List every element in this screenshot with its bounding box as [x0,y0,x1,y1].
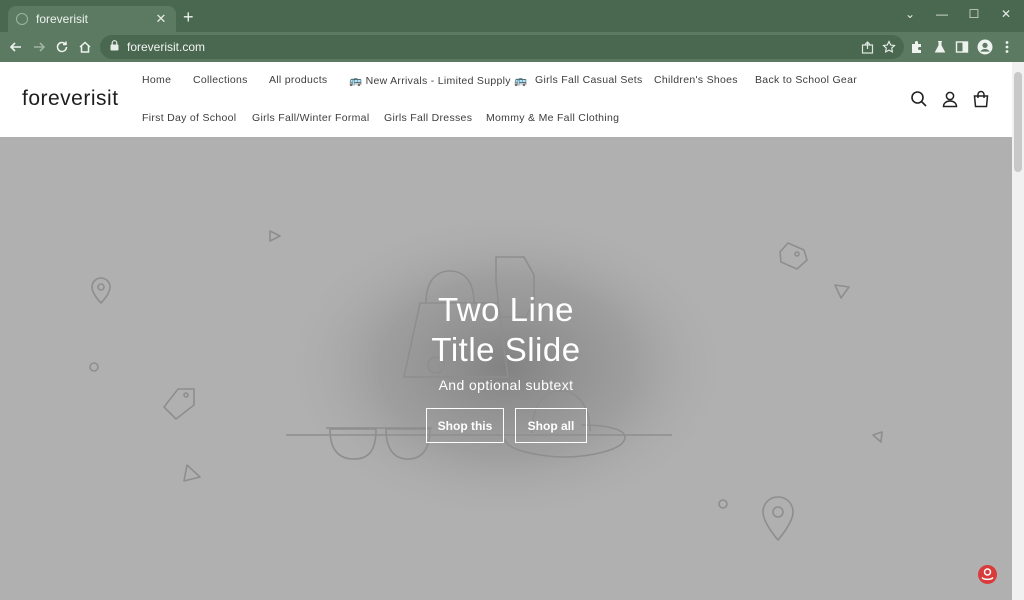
nav-collections[interactable]: Collections [193,74,248,86]
hero-content: Two Line Title Slide And optional subtex… [0,137,1012,600]
tab-title: foreverisit [36,12,89,26]
nav-mommy-and-me[interactable]: Mommy & Me Fall Clothing [486,112,619,124]
back-icon[interactable] [6,37,26,57]
maximize-button[interactable]: ☐ [960,0,988,28]
account-icon[interactable] [941,90,959,108]
labs-icon[interactable] [930,37,950,57]
scrollbar-thumb[interactable] [1014,72,1022,172]
hero-slideshow: Two Line Title Slide And optional subtex… [0,137,1012,600]
chat-widget-icon[interactable] [978,565,997,584]
cart-icon[interactable] [972,90,990,108]
nav-girls-fall-dresses[interactable]: Girls Fall Dresses [384,112,472,124]
close-window-button[interactable]: ✕ [992,0,1020,28]
browser-tabstrip: foreverisit ✕ + ⌄ — ☐ ✕ [0,0,1024,32]
forward-icon[interactable] [29,37,49,57]
hero-subtext: And optional subtext [438,377,574,393]
shop-this-button[interactable]: Shop this [426,408,504,443]
store-header: foreverisit Home Collections All product… [0,62,1012,137]
minimize-button[interactable]: — [928,0,956,28]
nav-girls-fall-winter-formal[interactable]: Girls Fall/Winter Formal [252,112,369,124]
lock-icon[interactable] [110,40,119,54]
search-icon[interactable] [910,90,928,108]
page-scrollbar[interactable] [1012,62,1024,600]
url-text: foreverisit.com [127,40,206,54]
store-logo[interactable]: foreverisit [22,87,119,111]
home-icon[interactable] [75,37,95,57]
reload-icon[interactable] [52,37,72,57]
favicon-icon [16,13,28,25]
profile-icon[interactable] [975,37,995,57]
web-page: foreverisit Home Collections All product… [0,62,1024,600]
sidebar-icon[interactable] [952,37,972,57]
nav-back-to-school-gear[interactable]: Back to School Gear [755,74,857,86]
close-tab-icon[interactable]: ✕ [154,11,168,27]
nav-home[interactable]: Home [142,74,171,86]
browser-tab[interactable]: foreverisit ✕ [8,6,176,32]
hero-title-line-1: Two Line [437,291,575,328]
shop-all-button[interactable]: Shop all [515,408,587,443]
nav-new-arrivals[interactable]: 🚌 New Arrivals - Limited Supply 🚌 [349,74,527,87]
nav-childrens-shoes[interactable]: Children's Shoes [654,74,738,86]
tab-search-icon[interactable]: ⌄ [896,0,924,28]
browser-toolbar: foreverisit.com [0,32,1024,62]
nav-girls-fall-casual-sets[interactable]: Girls Fall Casual Sets [535,74,643,86]
menu-icon[interactable] [997,37,1017,57]
new-tab-button[interactable]: + [183,7,194,27]
nav-all-products[interactable]: All products [269,74,327,86]
extensions-icon[interactable] [907,37,927,57]
hero-title-line-2: Title Slide [431,331,581,368]
share-icon[interactable] [857,37,877,57]
address-bar[interactable]: foreverisit.com [100,35,904,59]
nav-first-day-of-school[interactable]: First Day of School [142,112,236,124]
star-icon[interactable] [879,37,899,57]
